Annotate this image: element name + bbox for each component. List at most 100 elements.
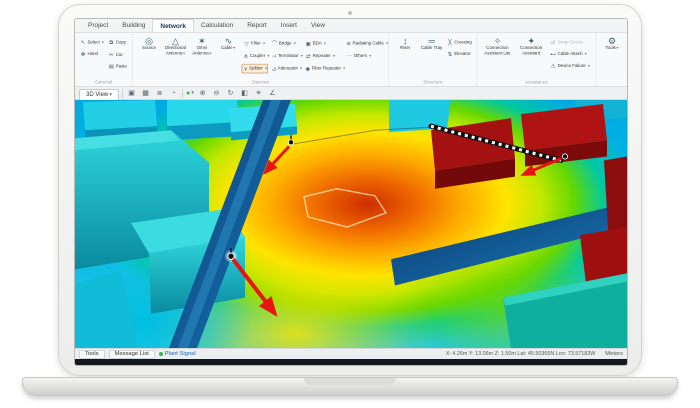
ribbon-group-tools: ⚙ Tools (596, 33, 627, 86)
fiber-repeater-button[interactable]: ◉ Fiber Repeater (303, 64, 343, 74)
others-label: Others (353, 53, 367, 59)
hand-label: Hand (87, 51, 99, 57)
antenna-node[interactable] (561, 153, 568, 160)
repeater-label: Repeater (312, 53, 331, 59)
toolbar-separator (122, 88, 123, 98)
screen-bottom-edge (75, 359, 627, 365)
bridge-label: Bridge (278, 41, 292, 46)
paste-button[interactable]: ▤ Paste (106, 62, 129, 72)
measure-icon[interactable]: ∠ (267, 88, 278, 98)
status-bar: Tools Message List Plant Signal X: 4.26m… (75, 348, 627, 359)
directional-antenna-button[interactable]: △ Directional Antenna (162, 35, 188, 57)
ribbon-group-assistance: ✧ Connection Assistant Lite ✦ Connection… (478, 33, 596, 86)
sun-icon[interactable]: ☀ (253, 88, 264, 98)
swap-device-label: Swap Device (557, 39, 584, 45)
copy-icon: ⧉ (109, 38, 114, 46)
tab-calculation[interactable]: Calculation (194, 19, 240, 32)
swap-device-button: ⇄ Swap Device (548, 37, 592, 47)
omni-antenna-button[interactable]: ✶ Omni Antenna (189, 35, 215, 57)
group-label-assistance: Assistance (524, 79, 548, 86)
antenna-node[interactable] (227, 252, 235, 260)
connection-assistant-lite-icon: ✧ (493, 35, 502, 47)
elevator-button[interactable]: ⇅ Elevator (445, 49, 474, 59)
coupler-button[interactable]: ⋔ Coupler (241, 51, 267, 61)
riser-button[interactable]: ↕ Riser (392, 35, 418, 52)
filter-icon: ▽ (244, 40, 249, 47)
corner-floor (75, 271, 139, 348)
coverage-heatmap-viewport[interactable] (75, 100, 627, 348)
tools-button[interactable]: ⚙ Tools (599, 35, 625, 52)
toolbar-separator (182, 88, 183, 98)
cut-button[interactable]: ✂ Cut (106, 50, 129, 60)
splitter-label: Splitter (249, 66, 263, 71)
radiating-cable-button[interactable]: ≋ Radiating Cable (344, 39, 385, 49)
rotate-view-icon[interactable]: ↻ (225, 88, 236, 98)
others-icon: ⋯ (346, 52, 353, 60)
tab-project[interactable]: Project (81, 19, 115, 32)
zoom-in-icon[interactable]: ⊕ (197, 88, 208, 98)
filter-button[interactable]: ▽ Filter (241, 39, 267, 49)
cable-attach-button[interactable]: ⊷ Cable Attach (548, 49, 592, 59)
signal-status-dropdown[interactable]: ● (186, 90, 194, 97)
terminator-button[interactable]: ⊣ Terminator (269, 51, 301, 61)
cable-tray-button[interactable]: ═ Cable Tray (418, 35, 444, 52)
ribbon-group-devices: ◎ Source △ Directional Antenna ✶ Omni An… (133, 33, 390, 86)
3d-scene[interactable] (75, 100, 627, 348)
copy-button[interactable]: ⧉ Copy (106, 37, 129, 47)
cable-icon: ∿ (224, 35, 232, 47)
connection-assistant-lite-button[interactable]: ✧ Connection Assistant Lite (481, 35, 515, 57)
save-icon[interactable]: ▣ (126, 88, 137, 98)
cable-tray-icon: ═ (428, 35, 435, 47)
paste-icon: ▤ (108, 63, 114, 70)
layers-icon[interactable]: ≣ (154, 88, 165, 98)
repeater-button[interactable]: ⇄ Repeater (303, 51, 343, 61)
select-button[interactable]: ↖ Select (78, 37, 106, 47)
connection-assistant-label: Connection Assistant (520, 46, 543, 56)
crossing-icon: ╳ (448, 38, 452, 46)
tools-icon: ⚙ (608, 35, 616, 47)
tab-report[interactable]: Report (240, 19, 274, 32)
tab-network[interactable]: Network (152, 19, 195, 32)
tab-view[interactable]: View (304, 19, 332, 32)
crossing-label: Crossing (454, 39, 472, 45)
status-tab-tools[interactable]: Tools (79, 349, 105, 359)
repeater-icon: ⇄ (305, 52, 311, 60)
buildings-layer (75, 100, 627, 348)
bda-icon: ▣ (305, 40, 311, 47)
device-failure-label: Device Failure (557, 63, 586, 68)
fiber-repeater-label: Fiber Repeater (311, 66, 341, 71)
riser-icon: ↕ (402, 35, 408, 47)
hand-button[interactable]: ✥ Hand (78, 49, 106, 59)
compass-icon[interactable]: ◔ (168, 88, 179, 98)
hand-icon: ✥ (80, 50, 86, 58)
bridge-button[interactable]: ⌒ Bridge (269, 38, 301, 49)
zoom-out-icon[interactable]: ⊖ (211, 88, 222, 98)
others-button[interactable]: ⋯ Others (344, 51, 385, 61)
splitter-button-selected[interactable]: ⋎ Splitter (241, 63, 268, 74)
source-button[interactable]: ◎ Source (136, 35, 162, 57)
device-failure-button[interactable]: ⚠ Device Failure (548, 61, 592, 71)
coupler-label: Coupler (249, 53, 266, 59)
ribbon-tab-strip: Project Building Network Calculation Rep… (75, 19, 627, 33)
bridge-icon: ⌒ (271, 40, 278, 47)
select-cursor-icon: ↖ (80, 38, 86, 46)
attenuator-icon: ⊿ (271, 65, 277, 72)
tab-insert[interactable]: Insert (274, 19, 304, 32)
crossing-button[interactable]: ╳ Crossing (445, 37, 474, 47)
cable-button[interactable]: ∿ Cable (215, 35, 241, 57)
bda-button[interactable]: ▣ BDA (303, 39, 343, 49)
layout-grid-icon[interactable]: ▦ (140, 88, 151, 98)
camera-icon[interactable]: ◧ (239, 88, 250, 98)
paste-label: Paste (115, 64, 127, 69)
attenuator-button[interactable]: ⊿ Attenuator (269, 64, 301, 74)
view-tab-3d[interactable]: 3D View (79, 88, 119, 100)
bda-label: BDA (312, 41, 322, 46)
plant-signal-link[interactable]: Plant Signal (158, 351, 196, 357)
tab-building[interactable]: Building (115, 19, 152, 32)
antenna-node[interactable] (287, 139, 294, 146)
cables-layer (290, 123, 564, 228)
cable-tray-label: Cable Tray (420, 46, 443, 51)
status-tab-message-list[interactable]: Message List (108, 349, 155, 359)
elevator-icon: ⇅ (447, 50, 453, 58)
connection-assistant-button[interactable]: ✦ Connection Assistant (514, 35, 548, 57)
